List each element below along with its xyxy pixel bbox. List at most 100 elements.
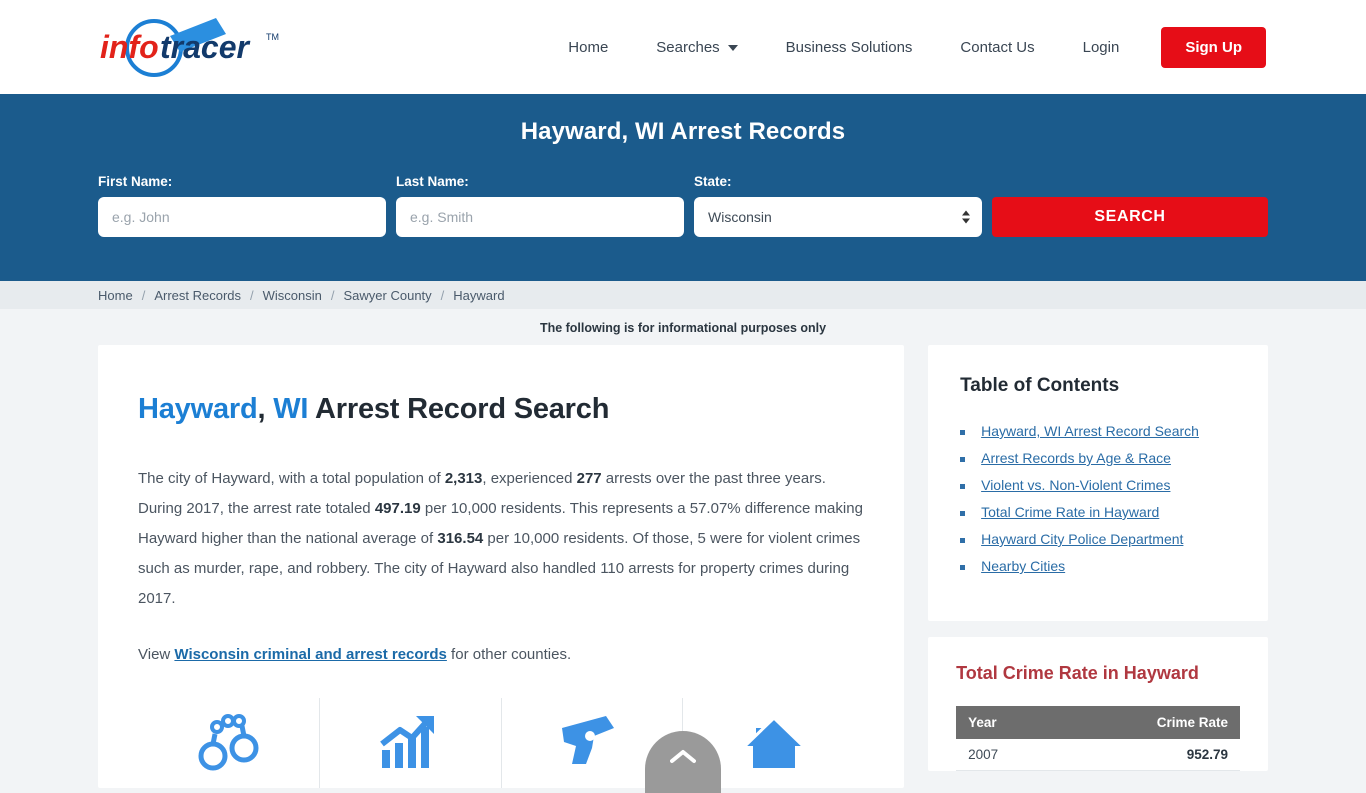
nav-label: Business Solutions bbox=[785, 38, 913, 56]
top-navigation-bar: info tracer TM Home Searches Business So… bbox=[0, 0, 1366, 94]
bullet-icon bbox=[960, 538, 966, 543]
toc-link-nearby-cities[interactable]: Nearby Cities bbox=[981, 558, 1065, 574]
table-header-row: Year Crime Rate bbox=[956, 706, 1240, 739]
article-heading: Hayward, WI Arrest Record Search bbox=[138, 393, 864, 426]
toc-link-violent-vs-nonviolent[interactable]: Violent vs. Non-Violent Crimes bbox=[981, 477, 1170, 493]
heading-city: Hayward bbox=[138, 393, 258, 425]
content-area: Hayward, WI Arrest Record Search The cit… bbox=[0, 345, 1366, 788]
list-item[interactable]: Nearby Cities bbox=[960, 558, 1236, 574]
heading-state: WI bbox=[273, 393, 309, 425]
category-cell-arrests[interactable] bbox=[138, 698, 320, 788]
nav-item-home[interactable]: Home bbox=[544, 40, 632, 55]
first-name-label: First Name: bbox=[98, 174, 173, 189]
bullet-icon bbox=[960, 511, 966, 516]
nav-item-login[interactable]: Login bbox=[1059, 40, 1144, 55]
list-item[interactable]: Arrest Records by Age & Race bbox=[960, 450, 1236, 466]
sign-up-button[interactable]: Sign Up bbox=[1161, 26, 1266, 68]
bullet-icon bbox=[960, 430, 966, 435]
toc-link-arrest-record-search[interactable]: Hayward, WI Arrest Record Search bbox=[981, 423, 1199, 439]
breadcrumb-separator: / bbox=[440, 287, 445, 303]
list-item[interactable]: Total Crime Rate in Hayward bbox=[960, 504, 1236, 520]
toc-link-total-crime-rate[interactable]: Total Crime Rate in Hayward bbox=[981, 504, 1159, 520]
breadcrumb-separator: / bbox=[250, 287, 254, 303]
view-suffix: for other counties. bbox=[446, 646, 572, 663]
last-name-input[interactable] bbox=[396, 197, 684, 237]
site-logo[interactable]: info tracer TM bbox=[98, 17, 298, 77]
toc-link-age-race[interactable]: Arrest Records by Age & Race bbox=[981, 450, 1171, 466]
informational-notice: The following is for informational purpo… bbox=[539, 321, 827, 335]
nav-item-searches[interactable]: Searches bbox=[632, 40, 761, 55]
state-field-group: State: Wisconsin bbox=[694, 174, 982, 237]
bullet-icon bbox=[960, 457, 966, 462]
logo-trademark: TM bbox=[266, 32, 279, 42]
total-crime-rate-card: Total Crime Rate in Hayward Year Crime R… bbox=[928, 637, 1268, 771]
arrest-rate-value: 497.19 bbox=[374, 500, 421, 517]
nav-item-business-solutions[interactable]: Business Solutions bbox=[762, 40, 937, 55]
heading-comma: , bbox=[257, 393, 274, 425]
house-icon bbox=[743, 716, 804, 768]
population-value: 2,313 bbox=[444, 470, 483, 487]
breadcrumb: Home / Arrest Records / Wisconsin / Sawy… bbox=[0, 281, 1366, 309]
last-name-label: Last Name: bbox=[396, 174, 469, 189]
crime-rate-panel-title: Total Crime Rate in Hayward bbox=[956, 663, 1199, 683]
hero-search-band: Hayward, WI Arrest Records First Name: L… bbox=[0, 94, 1366, 281]
search-button[interactable]: SEARCH bbox=[992, 197, 1268, 237]
category-cell-crime-rate[interactable] bbox=[320, 698, 502, 788]
cell-year: 2007 bbox=[956, 739, 1059, 771]
logo-graphic: info tracer TM bbox=[100, 18, 279, 77]
cell-crime-rate: 952.79 bbox=[1058, 739, 1240, 771]
table-of-contents-card: Table of Contents Hayward, WI Arrest Rec… bbox=[928, 345, 1268, 621]
list-item[interactable]: Violent vs. Non-Violent Crimes bbox=[960, 477, 1236, 493]
bullet-icon bbox=[960, 484, 966, 489]
nav-item-contact-us[interactable]: Contact Us bbox=[936, 40, 1058, 55]
toc-title: Table of Contents bbox=[960, 375, 1120, 396]
state-label: State: bbox=[694, 174, 732, 189]
paragraph-part-1: The city of Hayward, with a total popula… bbox=[138, 470, 445, 487]
breadcrumb-item-arrest-records[interactable]: Arrest Records bbox=[154, 288, 241, 303]
wisconsin-records-link[interactable]: Wisconsin criminal and arrest records bbox=[174, 646, 446, 663]
paragraph-part-2: , experienced bbox=[482, 470, 577, 487]
state-select[interactable]: Wisconsin bbox=[694, 197, 982, 237]
view-prefix: View bbox=[138, 646, 175, 663]
handgun-icon bbox=[561, 716, 614, 764]
toc-list: Hayward, WI Arrest Record Search Arrest … bbox=[960, 423, 1236, 574]
bullet-icon bbox=[960, 565, 966, 570]
state-select-wrapper: Wisconsin bbox=[694, 197, 982, 237]
first-name-input[interactable] bbox=[98, 197, 386, 237]
table-body: 2007 952.79 bbox=[956, 739, 1240, 771]
sidebar: Table of Contents Hayward, WI Arrest Rec… bbox=[928, 345, 1268, 771]
breadcrumb-separator: / bbox=[141, 287, 146, 303]
last-name-field-group: Last Name: bbox=[396, 174, 684, 237]
breadcrumb-item-wisconsin[interactable]: Wisconsin bbox=[263, 288, 322, 303]
chevron-up-icon bbox=[670, 750, 696, 763]
breadcrumb-item-home[interactable]: Home bbox=[98, 288, 133, 303]
arrests-value: 277 bbox=[576, 470, 602, 487]
search-form: First Name: Last Name: State: Wisconsin … bbox=[98, 174, 1268, 237]
first-name-field-group: First Name: bbox=[98, 174, 386, 237]
national-average-value: 316.54 bbox=[437, 530, 484, 547]
column-header-year: Year bbox=[956, 706, 1059, 739]
growth-chart-icon bbox=[380, 715, 435, 768]
heading-rest: Arrest Record Search bbox=[308, 393, 610, 425]
nav-label: Home bbox=[568, 38, 609, 56]
crime-rate-table: Year Crime Rate 2007 952.79 bbox=[956, 706, 1240, 771]
list-item[interactable]: Hayward, WI Arrest Record Search bbox=[960, 423, 1236, 439]
nav-label: Contact Us bbox=[960, 38, 1035, 56]
table-head: Year Crime Rate bbox=[956, 706, 1240, 739]
list-item[interactable]: Hayward City Police Department bbox=[960, 531, 1236, 547]
column-header-crime-rate: Crime Rate bbox=[1058, 706, 1240, 739]
breadcrumb-item-sawyer-county[interactable]: Sawyer County bbox=[344, 288, 432, 303]
view-other-counties-line: View Wisconsin criminal and arrest recor… bbox=[138, 640, 864, 670]
main-article-card: Hayward, WI Arrest Record Search The cit… bbox=[98, 345, 905, 788]
chevron-down-icon bbox=[727, 45, 738, 51]
logo-text-info: info bbox=[100, 29, 159, 65]
page-title: Hayward, WI Arrest Records bbox=[520, 118, 846, 145]
toc-link-police-department[interactable]: Hayward City Police Department bbox=[981, 531, 1183, 547]
table-row: 2007 952.79 bbox=[956, 739, 1240, 771]
breadcrumb-separator: / bbox=[330, 287, 335, 303]
nav-label: Login bbox=[1082, 38, 1120, 56]
category-icon-strip bbox=[138, 698, 864, 788]
article-paragraph: The city of Hayward, with a total popula… bbox=[138, 464, 864, 614]
nav-label: Searches bbox=[656, 38, 720, 56]
breadcrumb-item-hayward[interactable]: Hayward bbox=[453, 288, 504, 303]
